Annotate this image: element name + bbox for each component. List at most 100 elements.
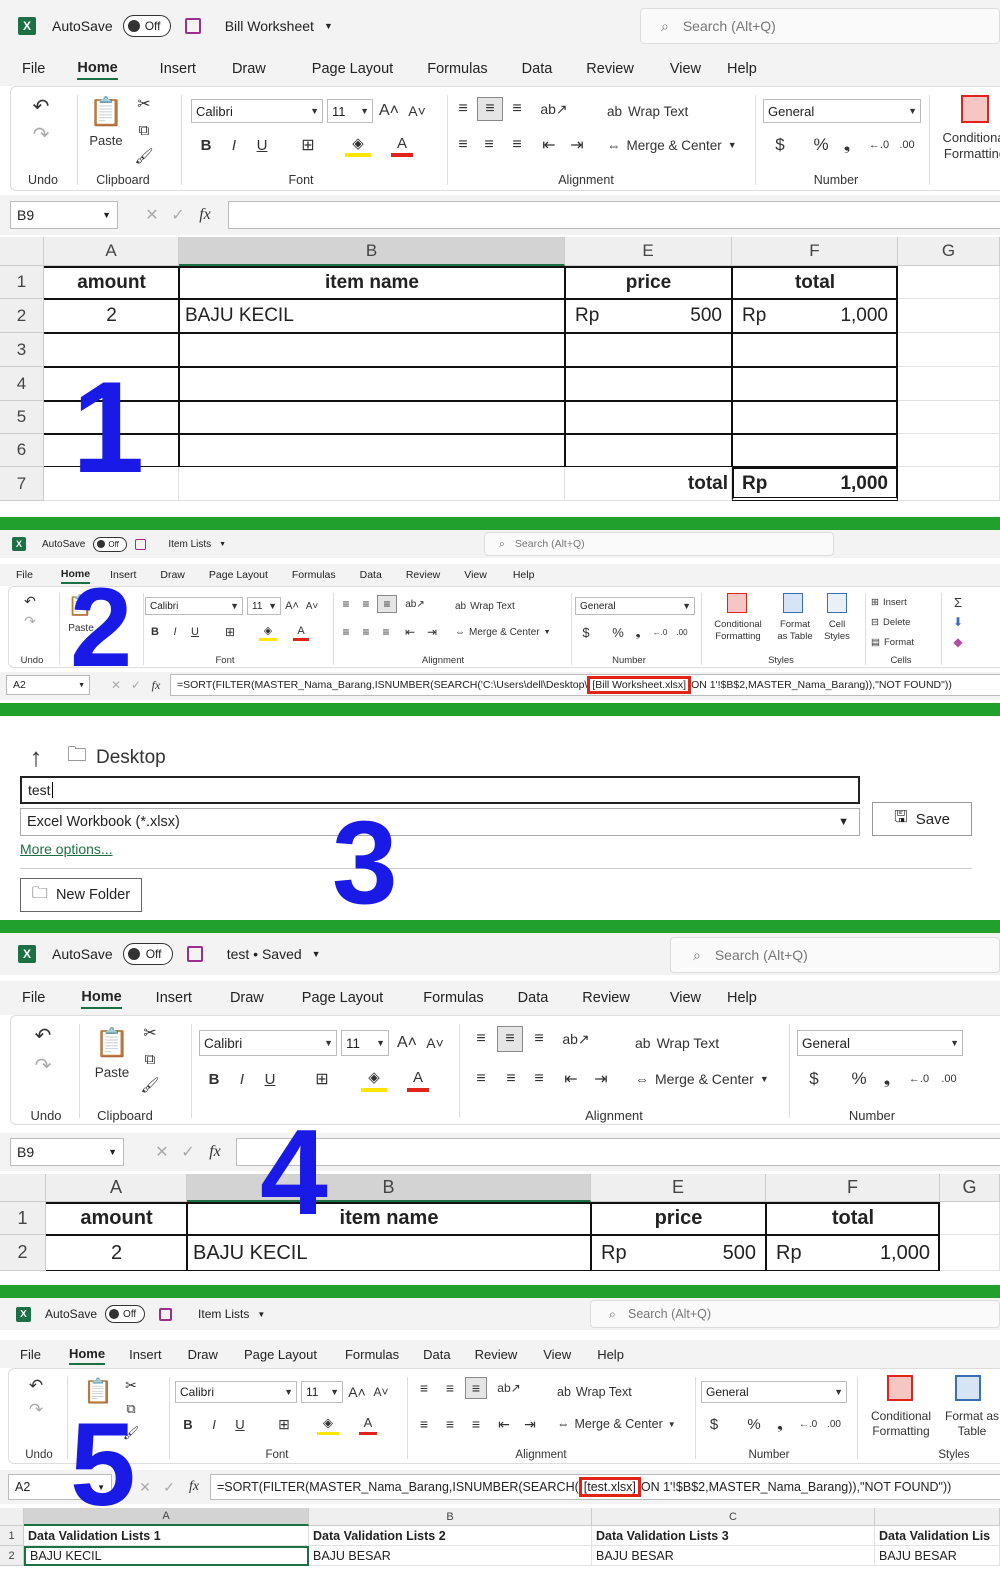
currency-icon[interactable]: $ [577,623,595,641]
chevron-down-icon[interactable]: ▼ [257,1310,265,1319]
menu-review[interactable]: Review [582,988,630,1008]
column-header-b[interactable]: B [309,1508,592,1526]
save-icon[interactable] [159,1307,173,1321]
cell[interactable] [179,434,565,467]
column-header-b[interactable]: B [179,237,565,266]
increase-decimal-icon[interactable]: ←.0 [651,623,669,641]
cancel-icon[interactable]: ✕ [152,1140,172,1164]
font-color-icon[interactable]: A [359,1413,377,1435]
align-bottom-icon[interactable]: ≡ [465,1377,487,1399]
search-box[interactable]: ⌕ Search (Alt+Q) [484,532,834,556]
conditional-formatting-icon[interactable] [727,593,747,613]
row-header-1[interactable]: 1 [0,266,44,299]
decrease-font-icon[interactable]: A˅ [405,99,429,123]
format-as-table-button[interactable]: Format as Table [945,1407,999,1441]
undo-icon[interactable]: ↶ [23,93,59,119]
font-name-select[interactable]: Calibri ▼ [145,597,243,615]
cell[interactable] [565,401,732,434]
menu-page-layout[interactable]: Page Layout [209,567,268,583]
menu-page-layout[interactable]: Page Layout [302,988,383,1008]
decrease-indent-icon[interactable]: ⇤ [537,133,561,157]
percent-icon[interactable]: % [809,133,833,157]
conditional-formatting-icon[interactable] [961,95,989,123]
select-all-corner[interactable] [0,1174,46,1202]
redo-icon[interactable]: ↷ [21,1399,51,1421]
decrease-decimal-icon[interactable]: .00 [895,133,919,157]
align-middle-icon[interactable]: ≡ [439,1377,461,1399]
undo-icon[interactable]: ↶ [21,1375,51,1397]
row-header-3[interactable]: 3 [0,333,44,367]
italic-icon[interactable]: I [231,1066,253,1092]
cell-value[interactable]: BAJU BESAR [875,1546,1000,1566]
cell-amount[interactable]: 2 [46,1235,187,1271]
cell[interactable] [565,333,732,367]
cell[interactable] [179,367,565,401]
align-bottom-icon[interactable]: ≡ [527,1026,551,1052]
merge-center-button[interactable]: ⇔ Merge & Center ▼ [607,133,747,157]
column-header-d[interactable] [875,1508,1000,1526]
cell[interactable] [898,266,1000,299]
menu-help[interactable]: Help [727,59,757,79]
autosave-toggle[interactable]: Off [105,1305,146,1323]
decrease-font-icon[interactable]: A˅ [423,1030,447,1056]
increase-font-icon[interactable]: A˄ [377,99,401,123]
merge-center-button[interactable]: ⇔ Merge & Center ▼ [455,623,565,641]
align-middle-icon[interactable]: ≡ [357,595,375,613]
column-header-e[interactable]: E [591,1174,766,1202]
formula-input[interactable]: =SORT(FILTER(MASTER_Nama_Barang,ISNUMBER… [170,674,1000,696]
decrease-indent-icon[interactable]: ⇤ [559,1066,583,1092]
redo-icon[interactable]: ↷ [23,121,59,147]
cell-header[interactable]: Data Validation Lis [875,1526,1000,1546]
file-name[interactable]: test • Saved [227,946,302,962]
menu-view[interactable]: View [670,988,701,1008]
menu-review[interactable]: Review [406,567,440,583]
undo-icon[interactable]: ↶ [17,591,43,611]
increase-indent-icon[interactable]: ⇥ [519,1413,541,1435]
borders-icon[interactable]: ⊞ [309,1066,335,1092]
cell-price[interactable]: 500 [591,1235,756,1271]
font-size-select[interactable]: 11 ▼ [247,597,281,615]
format-painter-icon[interactable]: 🖌 [139,1074,161,1096]
chevron-down-icon[interactable]: ▼ [219,541,226,548]
cell-value[interactable]: BAJU BESAR [309,1546,592,1566]
autosave-toggle[interactable]: Off [93,536,128,552]
align-right-icon[interactable]: ≡ [527,1066,551,1092]
currency-icon[interactable]: $ [801,1066,827,1092]
underline-icon[interactable]: U [251,133,273,157]
column-header-b[interactable]: B [187,1174,591,1202]
paste-button[interactable]: Paste [83,131,129,149]
cell-price[interactable]: 500 [565,299,722,333]
cell[interactable] [732,333,898,367]
column-header-a[interactable]: A [46,1174,187,1202]
formula-input[interactable] [228,201,1000,229]
comma-icon[interactable]: ❟ [631,623,645,641]
menu-page-layout[interactable]: Page Layout [244,1345,317,1364]
decrease-indent-icon[interactable]: ⇤ [401,623,419,641]
menu-file[interactable]: File [20,1345,41,1364]
cell-styles-button[interactable]: Cell Styles [817,617,857,645]
decrease-decimal-icon[interactable]: .00 [673,623,691,641]
redo-icon[interactable]: ↷ [17,611,43,631]
menu-view[interactable]: View [543,1345,571,1364]
cell[interactable] [565,367,732,401]
format-as-table-button[interactable]: Format as Table [775,617,815,645]
menu-file[interactable]: File [16,567,33,583]
conditional-formatting-icon[interactable] [887,1375,913,1401]
grand-total-value[interactable]: 1,000 [732,467,888,501]
menu-file[interactable]: File [22,59,45,79]
search-box[interactable]: ⌕ Search (Alt+Q) [590,1300,1000,1328]
menu-home[interactable]: Home [68,1344,106,1365]
autosum-icon[interactable]: Σ [949,593,967,611]
align-top-icon[interactable]: ≡ [451,97,475,121]
cell[interactable] [179,401,565,434]
align-bottom-icon[interactable]: ≡ [377,595,397,613]
menu-home[interactable]: Home [81,987,122,1009]
increase-indent-icon[interactable]: ⇥ [589,1066,613,1092]
cell[interactable] [898,333,1000,367]
merge-center-button[interactable]: ⇔ Merge & Center ▼ [557,1413,687,1435]
conditional-formatting-button[interactable]: Conditional Formatting [939,129,1000,163]
currency-icon[interactable]: $ [767,133,793,157]
row-header-2[interactable]: 2 [0,1546,24,1566]
cancel-icon[interactable]: ✕ [136,1475,154,1499]
menu-help[interactable]: Help [513,567,535,583]
